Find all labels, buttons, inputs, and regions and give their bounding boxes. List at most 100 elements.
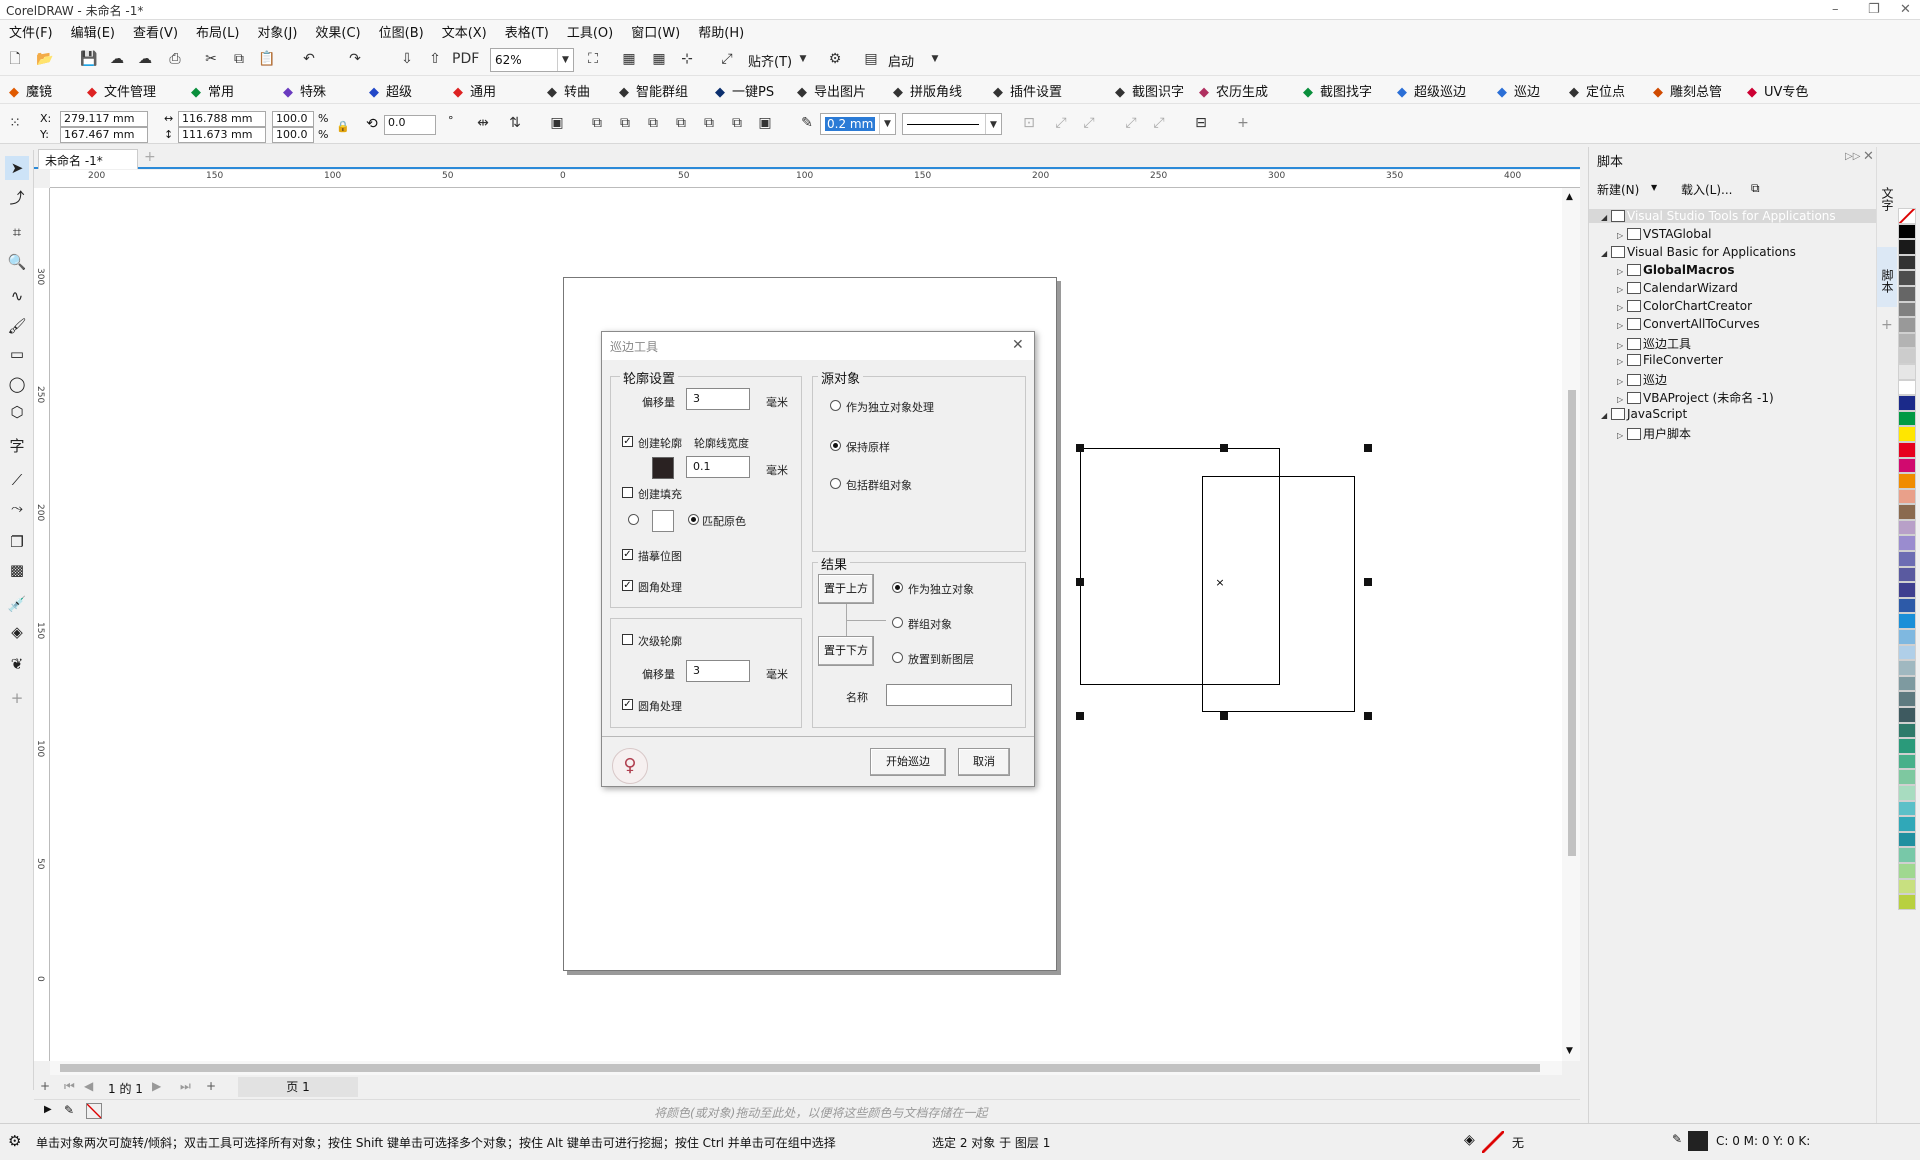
page-tab[interactable]: 页 1 — [238, 1077, 358, 1097]
load-script-button[interactable]: 载入(L)... — [1681, 181, 1733, 198]
polygon-tool-icon[interactable]: ⬡ — [5, 400, 29, 424]
plugin-mirror-button[interactable]: ◆ 魔镜 — [6, 81, 52, 100]
zoom-tool-icon[interactable]: 🔍 — [5, 250, 29, 274]
palette-swatch[interactable] — [1898, 379, 1916, 396]
palette-swatch[interactable] — [1898, 862, 1916, 879]
group-icon[interactable]: ▣ — [546, 112, 568, 134]
script-tree-item[interactable]: ▷ 用户脚本 — [1617, 425, 1691, 442]
shape-tool-icon[interactable]: ⤴ — [5, 186, 29, 210]
scroll-down-icon[interactable]: ▼ — [1566, 1046, 1573, 1056]
script-tree-item[interactable]: ▷ ColorChartCreator — [1617, 299, 1752, 313]
palette-swatch[interactable] — [1898, 551, 1916, 567]
expand-icon[interactable]: ▷ — [1617, 341, 1627, 350]
plugin-uv-button[interactable]: ◆ UV专色 — [1744, 81, 1808, 100]
front-minus-back-icon[interactable]: ⧉ — [698, 112, 720, 134]
scroll-up-icon[interactable]: ▲ — [1566, 192, 1573, 202]
y-position-field[interactable]: 167.467 mm — [60, 127, 148, 143]
palette-swatch[interactable] — [1898, 426, 1916, 442]
plugin-target-button[interactable]: ◆ 定位点 — [1566, 81, 1625, 100]
palette-swatch[interactable] — [1898, 285, 1916, 302]
connector-tool-icon[interactable]: ⤳ — [5, 496, 29, 520]
rulers-icon[interactable]: ▦ — [618, 48, 640, 70]
text-tool-icon[interactable]: 字 — [5, 434, 29, 458]
maximize-icon[interactable]: ❐ — [1868, 2, 1880, 17]
palette-swatch[interactable] — [1898, 831, 1916, 848]
expand-icon[interactable]: ▷ — [1617, 377, 1627, 386]
rectangle-object[interactable] — [1080, 448, 1280, 685]
selection-handle[interactable] — [1220, 444, 1228, 452]
name-input[interactable] — [886, 684, 1012, 706]
ellipse-tool-icon[interactable]: ◯ — [5, 372, 29, 396]
paste-icon[interactable]: 📋 — [256, 48, 278, 70]
new-document-icon[interactable]: 🗋 — [4, 48, 26, 70]
mirror-horizontal-icon[interactable]: ⇹ — [472, 112, 494, 134]
plugin-cropmark-button[interactable]: ◆ 拼版角线 — [890, 81, 962, 100]
menu-file[interactable]: 文件(F) — [0, 20, 62, 43]
sub-offset-input[interactable]: 3 — [686, 660, 750, 682]
pick-tool-icon[interactable]: ➤ — [5, 156, 29, 180]
expand-icon[interactable]: ▷ — [1617, 303, 1627, 312]
palette-swatch[interactable] — [1898, 488, 1916, 505]
menu-layout[interactable]: 布局(L) — [187, 20, 248, 43]
plugin-general-button[interactable]: ◆ 通用 — [450, 81, 496, 100]
res-group-radio[interactable] — [892, 617, 903, 628]
add-page-icon[interactable]: + — [40, 1079, 50, 1093]
save-icon[interactable]: 💾 — [78, 48, 100, 70]
redo-icon[interactable]: ↷ — [344, 48, 366, 70]
src-keep-radio[interactable] — [830, 440, 841, 451]
plugin-gear-button[interactable]: ◆ 插件设置 — [990, 81, 1062, 100]
palette-swatch[interactable] — [1898, 441, 1916, 458]
palette-swatch[interactable] — [1898, 410, 1916, 427]
crop-tool-icon[interactable]: ⌗ — [5, 220, 29, 244]
side-tab-text[interactable]: 文字 — [1879, 187, 1896, 211]
menu-bitmaps[interactable]: 位图(B) — [370, 20, 433, 43]
plugin-group-button[interactable]: ◆ 智能群组 — [616, 81, 688, 100]
plugin-folder-button[interactable]: ◆ 文件管理 — [84, 81, 156, 100]
expand-icon[interactable]: ◢ — [1601, 249, 1611, 258]
minimize-icon[interactable]: – — [1832, 2, 1839, 17]
chevron-down-icon[interactable]: ▼ — [1651, 183, 1657, 192]
document-tab[interactable]: 未命名 -1* — [38, 149, 138, 169]
selection-handle[interactable] — [1076, 578, 1084, 586]
palette-swatch[interactable] — [1898, 816, 1916, 832]
menu-tools[interactable]: 工具(O) — [558, 20, 622, 43]
selection-handle[interactable] — [1364, 712, 1372, 720]
zoom-combo[interactable]: 62% ▼ — [490, 48, 574, 72]
cancel-button[interactable]: 取消 — [958, 748, 1010, 776]
outline-color-button[interactable] — [652, 457, 674, 479]
palette-swatch[interactable] — [1898, 208, 1916, 224]
full-screen-icon[interactable]: ⛶ — [582, 48, 604, 70]
scale-y-field[interactable]: 100.0 — [272, 127, 314, 143]
expand-icon[interactable]: ▷ — [1617, 357, 1627, 366]
snap-icon[interactable]: ⤢ — [716, 48, 738, 70]
close-icon[interactable]: ✕ — [1863, 149, 1874, 164]
collapse-icon[interactable]: ▷▷ — [1845, 151, 1860, 162]
palette-swatch[interactable] — [1898, 722, 1916, 739]
width-field[interactable]: 116.788 mm — [178, 111, 266, 127]
print-icon[interactable]: ⎙ — [164, 48, 186, 70]
expand-icon[interactable]: ◢ — [1601, 213, 1611, 222]
close-icon[interactable]: ✕ — [1900, 2, 1911, 17]
align-icon[interactable]: ⊟ — [1190, 112, 1212, 134]
palette-swatch[interactable] — [1898, 675, 1916, 692]
menu-edit[interactable]: 编辑(E) — [62, 20, 124, 43]
expand-icon[interactable]: ▷ — [1617, 231, 1627, 240]
match-color-radio[interactable] — [688, 514, 699, 525]
chevron-down-icon[interactable]: ▼ — [792, 48, 814, 70]
gear-icon[interactable]: ⚙ — [8, 1132, 21, 1150]
new-script-button[interactable]: 新建(N) — [1597, 181, 1639, 198]
palette-swatch[interactable] — [1898, 738, 1916, 754]
palette-swatch[interactable] — [1898, 629, 1916, 645]
palette-swatch[interactable] — [1898, 582, 1916, 598]
palette-swatch[interactable] — [1898, 317, 1916, 333]
place-bottom-button[interactable]: 置于下方 — [818, 636, 874, 666]
create-fill-checkbox[interactable] — [622, 487, 633, 498]
create-outline-checkbox[interactable]: ✓ — [622, 436, 633, 447]
rectangle-tool-icon[interactable]: ▭ — [5, 342, 29, 366]
palette-swatch[interactable] — [1898, 691, 1916, 707]
add-page-icon[interactable]: + — [206, 1079, 216, 1093]
new-tab-icon[interactable]: + — [144, 149, 156, 165]
publish-pdf-icon[interactable]: PDF — [452, 48, 479, 70]
lock-ratio-icon[interactable]: 🔒 — [336, 120, 350, 133]
sub-round-checkbox[interactable]: ✓ — [622, 699, 633, 710]
